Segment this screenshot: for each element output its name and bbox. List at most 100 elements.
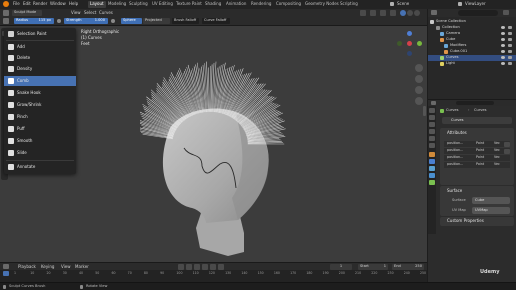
brush-item-annotate[interactable]: Annotate <box>4 162 76 172</box>
visibility-eye-icon[interactable] <box>501 32 505 35</box>
tab-uv-editing[interactable]: UV Editing <box>150 1 175 8</box>
filter-icon[interactable] <box>503 10 509 15</box>
brush-item-snake-hook[interactable]: Snake Hook <box>4 88 76 98</box>
brush-item-selection-paint[interactable]: Selection Paint <box>4 29 76 39</box>
scene-selector[interactable]: Scene <box>397 2 409 6</box>
brush-item-pinch[interactable]: Pinch <box>4 112 76 122</box>
menu-view[interactable]: View <box>71 11 81 15</box>
mode-selector[interactable]: Sculpt Mode <box>12 10 42 16</box>
tab-sculpting[interactable]: Sculpting <box>127 1 150 8</box>
xray-icon[interactable] <box>390 10 396 16</box>
outliner-editor-icon[interactable] <box>431 10 437 15</box>
tab-layout[interactable]: Layout <box>88 1 106 8</box>
timeline-editor-icon[interactable] <box>3 264 9 269</box>
render-camera-icon[interactable] <box>508 44 512 47</box>
projected-falloff-button[interactable]: Projected <box>143 18 170 24</box>
visibility-eye-icon[interactable] <box>501 62 505 65</box>
surface-title[interactable]: Surface <box>447 189 462 193</box>
remove-attribute-button[interactable] <box>504 149 510 154</box>
tab-texture-paint[interactable]: Texture Paint <box>174 1 204 8</box>
scene-icon[interactable] <box>390 2 394 6</box>
add-attribute-button[interactable] <box>504 142 510 147</box>
outliner-row[interactable]: Light <box>428 61 516 67</box>
gizmo-z-axis-icon[interactable] <box>407 31 412 36</box>
menu-keying[interactable]: Keying <box>41 265 54 269</box>
attribute-row[interactable]: position... Point Vec <box>444 162 510 168</box>
menu-edit[interactable]: Edit <box>23 2 31 6</box>
strength-pressure-icon[interactable] <box>111 19 115 23</box>
brush-item-delete[interactable]: Delete <box>4 53 76 63</box>
radius-field[interactable]: Radius 115 px <box>14 18 54 24</box>
visibility-eye-icon[interactable] <box>501 44 505 47</box>
menu-select[interactable]: Select <box>84 11 96 15</box>
brush-falloff-dropdown[interactable]: Brush Falloff <box>172 18 199 24</box>
custom-properties-title[interactable]: Custom Properties <box>447 219 484 223</box>
render-camera-icon[interactable] <box>508 38 512 41</box>
menu-marker[interactable]: Marker <box>75 265 89 269</box>
tool-tab-icon[interactable] <box>429 108 435 113</box>
camera-view-icon[interactable] <box>415 86 423 94</box>
gizmo-neg-y-axis-icon[interactable] <box>397 41 402 46</box>
visibility-eye-icon[interactable] <box>501 56 505 59</box>
brush-item-comb[interactable]: Comb <box>4 76 76 86</box>
data-tab-icon[interactable] <box>429 180 435 185</box>
sphere-falloff-button[interactable]: Sphere <box>121 18 142 24</box>
uvmap-field[interactable]: UVMap <box>472 207 510 214</box>
tab-shading[interactable]: Shading <box>203 1 223 8</box>
view-layer-selector[interactable]: ViewLayer <box>465 2 486 6</box>
blender-logo-icon[interactable] <box>3 1 9 7</box>
brush-item-slide[interactable]: Slide <box>4 148 76 158</box>
render-camera-icon[interactable] <box>508 26 512 29</box>
output-tab-icon[interactable] <box>429 122 435 127</box>
menu-window[interactable]: Window <box>50 2 66 6</box>
menu-playback[interactable]: Playback <box>18 265 36 269</box>
render-tab-icon[interactable] <box>429 115 435 120</box>
visibility-icon[interactable] <box>360 10 366 16</box>
outliner-search-field[interactable] <box>458 10 498 16</box>
tab-rendering[interactable]: Rendering <box>249 1 273 8</box>
timeline-ruler[interactable]: 1 10 20 30 40 50 60 70 80 90 100 110 120 130 140 150 160… <box>0 270 427 282</box>
world-tab-icon[interactable] <box>429 143 435 148</box>
pressure-icon[interactable] <box>57 19 61 23</box>
constraints-tab-icon[interactable] <box>429 173 435 178</box>
visibility-eye-icon[interactable] <box>501 38 505 41</box>
view-layer-tab-icon[interactable] <box>429 129 435 134</box>
visibility-eye-icon[interactable] <box>501 50 505 53</box>
menu-file[interactable]: File <box>13 2 20 6</box>
brush-item-grow-shrink[interactable]: Grow/Shrink <box>4 100 76 110</box>
attribute-row[interactable]: position... Point Vec <box>444 148 510 154</box>
editor-type-icon[interactable] <box>3 10 9 16</box>
render-camera-icon[interactable] <box>508 56 512 59</box>
modifier-tab-icon[interactable] <box>429 159 435 164</box>
brush-item-add[interactable]: Add <box>4 42 76 52</box>
attribute-row[interactable]: position... Point Vec <box>444 155 510 161</box>
menu-help[interactable]: Help <box>69 2 78 6</box>
brush-icon[interactable] <box>3 18 9 24</box>
grid-view-icon[interactable] <box>415 97 423 105</box>
render-camera-icon[interactable] <box>508 50 512 53</box>
menu-render[interactable]: Render <box>33 2 47 6</box>
surface-field[interactable]: Cube <box>472 197 510 204</box>
gizmo-x-axis-icon[interactable] <box>407 41 412 46</box>
curve-falloff-dropdown[interactable]: Curve Falloff <box>202 18 230 24</box>
datablock-selector[interactable]: Curves <box>442 117 512 124</box>
sidebar-toggle-icon[interactable] <box>423 106 426 116</box>
tab-scripting[interactable]: Scripting <box>338 1 360 8</box>
zoom-icon[interactable] <box>415 64 423 72</box>
solid-shading-icon[interactable] <box>400 10 406 16</box>
brush-item-puff[interactable]: Puff <box>4 124 76 134</box>
menu-curves[interactable]: Curves <box>99 11 113 15</box>
scene-tab-icon[interactable] <box>429 136 435 141</box>
attribute-row[interactable]: position... Point Vec <box>444 141 510 147</box>
tab-animation[interactable]: Animation <box>224 1 248 8</box>
tab-compositing[interactable]: Compositing <box>274 1 303 8</box>
view-layer-icon[interactable] <box>458 2 462 6</box>
attributes-title[interactable]: Attributes <box>447 131 467 135</box>
tab-modeling[interactable]: Modeling <box>106 1 128 8</box>
menu-timeline-view[interactable]: View <box>61 265 71 269</box>
visibility-eye-icon[interactable] <box>501 26 505 29</box>
object-tab-icon[interactable] <box>429 152 435 157</box>
brush-item-density[interactable]: Density <box>4 64 76 74</box>
material-shading-icon[interactable] <box>407 10 413 16</box>
brush-item-smooth[interactable]: Smooth <box>4 136 76 146</box>
